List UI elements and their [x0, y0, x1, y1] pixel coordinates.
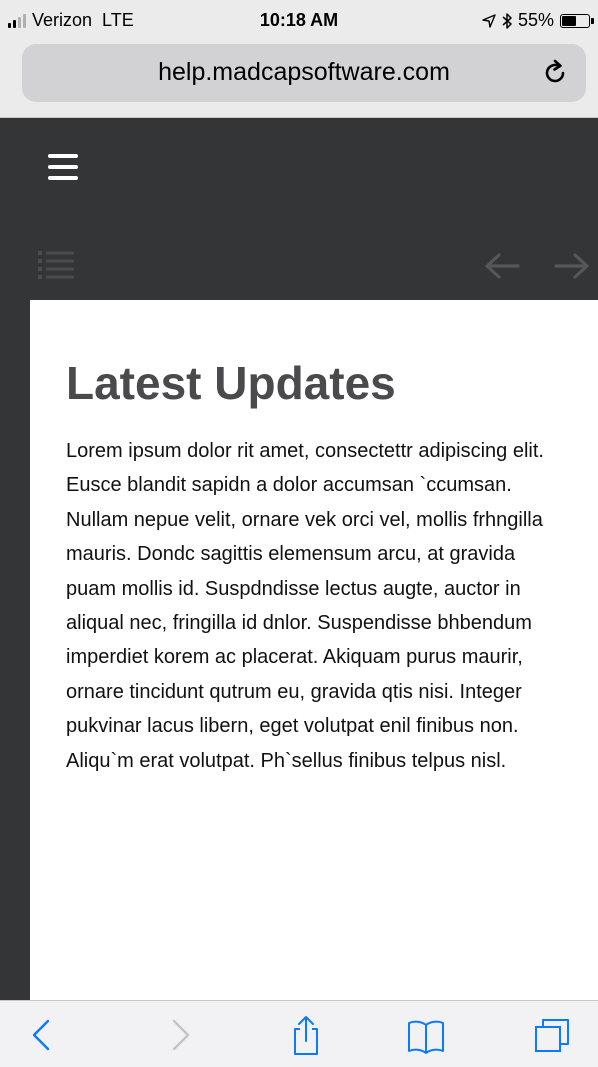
- hamburger-menu-icon[interactable]: [48, 154, 78, 180]
- url-text[interactable]: help.madcapsoftware.com: [22, 58, 586, 87]
- share-icon[interactable]: [286, 1013, 326, 1057]
- location-arrow-icon: [482, 13, 496, 28]
- back-chevron-icon[interactable]: [22, 1013, 62, 1057]
- site-header: [0, 118, 598, 300]
- status-right: 55%: [482, 10, 594, 31]
- arrow-right-icon[interactable]: [554, 252, 590, 280]
- battery-icon: [560, 13, 594, 28]
- status-bar: Verizon LTE 10:18 AM 55%: [0, 0, 598, 40]
- tabs-icon[interactable]: [532, 1013, 572, 1057]
- battery-percent: 55%: [517, 10, 554, 30]
- address-bar[interactable]: help.madcapsoftware.com: [22, 44, 586, 102]
- reload-icon[interactable]: [540, 58, 570, 88]
- left-rail: [0, 300, 30, 1000]
- battery-level: [562, 15, 577, 26]
- forward-chevron-icon[interactable]: [160, 1013, 200, 1057]
- arrow-left-icon[interactable]: [484, 252, 520, 280]
- browser-toolbar: [0, 1000, 598, 1067]
- topic-content: Latest Updates Lorem ipsum dolor rit ame…: [30, 300, 598, 1000]
- browser-address-area: help.madcapsoftware.com: [0, 40, 598, 118]
- body-paragraph: Lorem ipsum dolor rit amet, consectettr …: [66, 440, 544, 772]
- bluetooth-icon: [502, 12, 512, 29]
- page-title: Latest Updates: [66, 357, 396, 409]
- bookmarks-icon[interactable]: [406, 1013, 446, 1057]
- table-of-contents-icon[interactable]: [36, 248, 76, 282]
